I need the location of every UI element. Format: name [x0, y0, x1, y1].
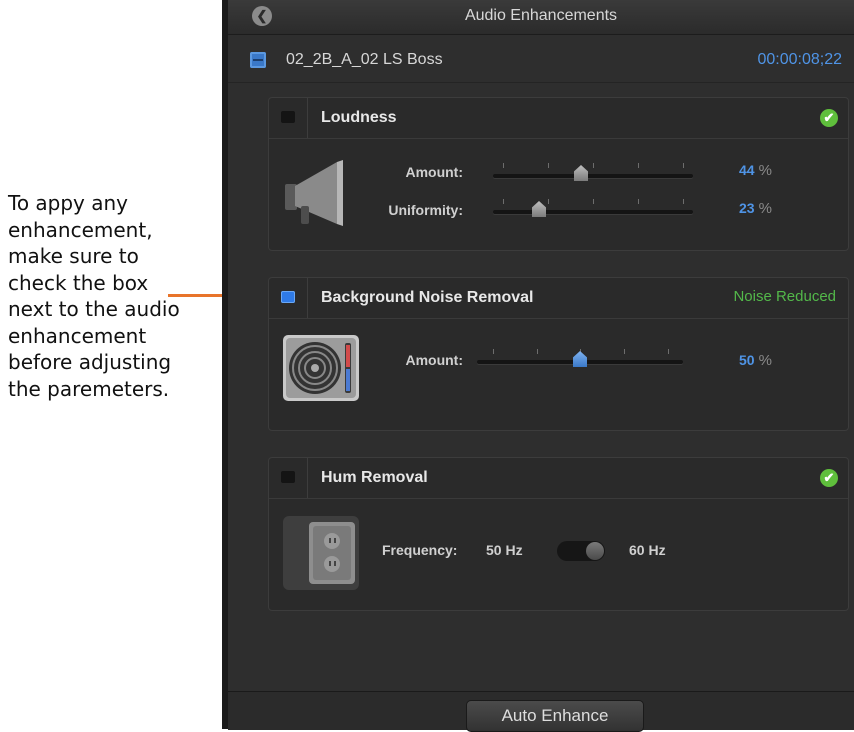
hum-option-50hz[interactable]: 50 Hz	[486, 542, 523, 558]
slider-tick	[683, 199, 684, 204]
power-outlet-icon	[283, 516, 359, 590]
noise-amount-slider[interactable]	[477, 349, 683, 367]
audio-enhancements-panel: ❮ Audio Enhancements 02_2B_A_02 LS Boss …	[222, 0, 854, 732]
bottom-bar: Auto Enhance	[228, 691, 854, 732]
hum-option-60hz[interactable]: 60 Hz	[629, 542, 666, 558]
loudness-amount-label: Amount:	[405, 164, 463, 180]
green-check-icon: ✔	[820, 109, 838, 127]
hum-removal-header: Hum Removal ✔	[269, 458, 848, 499]
slider-tick	[548, 163, 549, 168]
slider-tick	[668, 349, 669, 354]
slider-tick	[493, 349, 494, 354]
fan-icon	[283, 335, 359, 401]
checkbox-divider	[307, 98, 308, 138]
clip-name: 02_2B_A_02 LS Boss	[286, 51, 443, 68]
panel-title: Audio Enhancements	[464, 7, 618, 24]
slider-tick	[537, 349, 538, 354]
slider-tick	[638, 199, 639, 204]
loudness-checkbox[interactable]	[281, 111, 295, 123]
slider-knob[interactable]	[573, 351, 587, 367]
slider-tick	[593, 199, 594, 204]
slider-tick	[503, 199, 504, 204]
panel-titlebar: ❮ Audio Enhancements	[228, 0, 854, 35]
noise-removal-checkbox[interactable]	[281, 291, 295, 303]
frequency-toggle[interactable]	[557, 541, 605, 561]
toggle-knob	[586, 542, 604, 560]
noise-amount-value: 50%	[739, 352, 772, 369]
noise-status-text: Noise Reduced	[733, 288, 836, 305]
slider-tick	[683, 163, 684, 168]
loudness-uniformity-label: Uniformity:	[388, 202, 463, 218]
loudness-amount-slider[interactable]	[493, 163, 693, 181]
noise-removal-header: Background Noise Removal Noise Reduced	[269, 278, 848, 319]
checkbox-divider	[307, 458, 308, 498]
noise-amount-label: Amount:	[405, 352, 463, 368]
noise-removal-title: Background Noise Removal	[321, 289, 534, 306]
clip-info-bar: 02_2B_A_02 LS Boss 00:00:08;22	[228, 36, 854, 83]
hum-removal-checkbox[interactable]	[281, 471, 295, 483]
hum-removal-section: Hum Removal ✔ Frequency: 50 Hz 60 Hz	[268, 457, 849, 611]
clip-timecode: 00:00:08;22	[757, 51, 842, 68]
green-check-icon: ✔	[820, 469, 838, 487]
slider-tick	[548, 199, 549, 204]
slider-tick	[638, 163, 639, 168]
slider-tick	[624, 349, 625, 354]
slider-tick	[593, 163, 594, 168]
loudness-uniformity-slider[interactable]	[493, 199, 693, 217]
auto-enhance-button[interactable]: Auto Enhance	[466, 700, 644, 732]
hum-frequency-label: Frequency:	[382, 542, 458, 558]
loudness-uniformity-value: 23%	[739, 200, 772, 217]
slider-knob[interactable]	[574, 165, 588, 181]
clip-icon	[250, 52, 266, 68]
slider-knob[interactable]	[532, 201, 546, 217]
loudness-header: Loudness ✔	[269, 98, 848, 139]
slider-tick	[503, 163, 504, 168]
hum-removal-title: Hum Removal	[321, 469, 428, 486]
loudness-title: Loudness	[321, 109, 397, 126]
loudness-amount-value: 44%	[739, 162, 772, 179]
checkbox-divider	[307, 278, 308, 318]
loudness-section: Loudness ✔ Amount: 44% Uniformity: 23 %	[268, 97, 849, 251]
noise-removal-section: Background Noise Removal Noise Reduced A…	[268, 277, 849, 431]
